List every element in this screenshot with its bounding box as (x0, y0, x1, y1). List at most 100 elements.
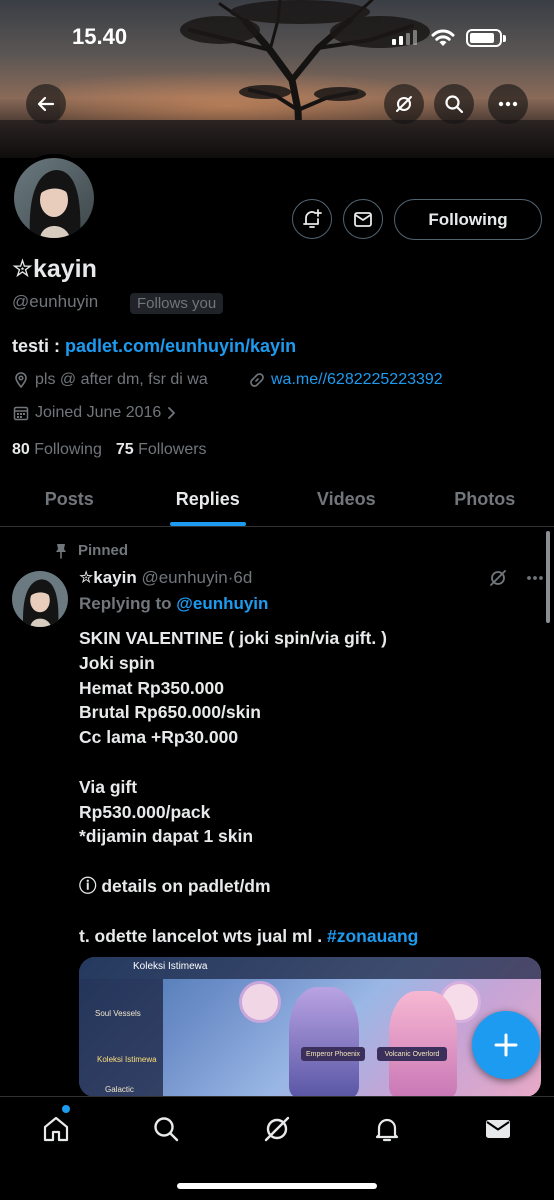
tab-photos[interactable]: Photos (416, 472, 554, 526)
tab-replies[interactable]: Replies (139, 472, 278, 526)
tweet-line: Cc lama +Rp30.000 (79, 727, 239, 748)
tweet-author-name[interactable]: ✮kayin (79, 568, 137, 587)
media-side-label: Galactic (105, 1085, 134, 1094)
profile-bio: testi : padlet.com/eunhuyin/kayin (12, 336, 296, 357)
hashtag-link[interactable]: #zonauang (327, 926, 418, 946)
more-button[interactable] (488, 84, 528, 124)
grok-icon (396, 96, 412, 112)
active-tab-indicator (169, 522, 246, 526)
bio-prefix: testi : (12, 336, 66, 356)
message-icon (354, 212, 372, 227)
search-button[interactable] (434, 84, 474, 124)
tab-videos[interactable]: Videos (277, 472, 416, 526)
more-icon[interactable] (526, 575, 544, 581)
tweet-line: Via gift (79, 776, 138, 797)
tweet-body: SKIN VALENTINE ( joki spin/via gift. ) J… (79, 626, 539, 948)
pin-icon (56, 543, 66, 559)
back-button[interactable] (26, 84, 66, 124)
location-row: pls @ after dm, fsr di wa (12, 371, 208, 389)
following-count: 80 (12, 441, 30, 458)
bio-link[interactable]: padlet.com/eunhuyin/kayin (65, 336, 296, 356)
arrow-left-icon (37, 96, 55, 112)
media-character (389, 991, 457, 1097)
link-icon (250, 373, 264, 387)
home-indicator[interactable] (177, 1183, 377, 1189)
cellular-signal-icon (392, 30, 417, 45)
follow-counts: 80 Following 75 Followers (12, 441, 207, 459)
home-unread-dot (62, 1105, 70, 1113)
nav-grok[interactable] (257, 1109, 297, 1149)
scrollbar[interactable] (546, 531, 550, 623)
tweet-line: Rp530.000/pack (79, 801, 211, 822)
media-side-label: Soul Vessels (95, 1009, 141, 1018)
tab-videos-label: Videos (316, 488, 376, 509)
joined-row[interactable]: Joined June 2016 (12, 404, 178, 422)
profile-tabs: Posts Replies Videos Photos (0, 472, 554, 527)
tweet-line: Brutal Rp650.000/skin (79, 702, 261, 723)
status-bar: 15.40 (0, 0, 554, 76)
following-count-link[interactable]: 80 Following (12, 441, 102, 459)
pinned-indicator: Pinned (54, 542, 128, 559)
tweet-avatar[interactable] (12, 571, 68, 627)
media-plate: Volcanic Overlord (377, 1047, 447, 1061)
media-character (289, 987, 359, 1097)
notifications-icon (375, 1118, 399, 1142)
following-button[interactable]: Following (394, 199, 542, 240)
profile-name: ✮kayin (12, 255, 97, 283)
replying-mention[interactable]: @eunhuyin (176, 594, 268, 613)
messages-icon (486, 1120, 510, 1138)
following-label: Following (34, 441, 102, 458)
status-time: 15.40 (72, 24, 128, 49)
replying-prefix: Replying to (79, 594, 177, 613)
media-header-text: Koleksi Istimewa (133, 961, 208, 972)
tab-photos-label: Photos (454, 488, 516, 509)
nav-notifications[interactable] (367, 1109, 407, 1149)
media-sidebar: Soul Vessels Koleksi Istimewa Galactic (79, 979, 163, 1097)
message-button[interactable] (343, 199, 383, 239)
website-link[interactable]: wa.me//6282225223392 (271, 371, 443, 389)
tweet-line: t. odette lancelot wts jual ml . (79, 925, 327, 946)
plus-icon (494, 1033, 518, 1057)
followers-count: 75 (115, 441, 134, 458)
tab-posts[interactable]: Posts (0, 472, 139, 526)
media-medallion (239, 981, 281, 1023)
location-text: pls @ after dm, fsr di wa (35, 371, 208, 388)
more-icon (498, 101, 518, 107)
calendar-icon (13, 406, 29, 421)
replying-to: Replying to @eunhuyin (79, 594, 268, 614)
followers-count-link[interactable]: 75 Followers (116, 441, 207, 459)
website-row: wa.me//6282225223392 (248, 371, 443, 389)
chevron-right-icon (168, 407, 176, 419)
wifi-icon (431, 29, 455, 46)
tweet-actions-top (488, 568, 544, 588)
tweet-last-line: t. odette lancelot wts jual ml . #zonaua… (79, 924, 539, 949)
followers-label: Followers (138, 441, 207, 458)
grok-icon[interactable] (488, 568, 508, 588)
compose-button[interactable] (472, 1011, 540, 1079)
search-icon (445, 95, 464, 114)
follows-you-badge: Follows you (130, 293, 224, 314)
grok-button[interactable] (384, 84, 424, 124)
nav-home[interactable] (36, 1109, 76, 1149)
profile-avatar[interactable] (10, 154, 98, 242)
grok-icon (264, 1116, 290, 1142)
tweet-line: ⓘ details on padlet/dm (79, 875, 271, 896)
joined-text: Joined June 2016 (35, 404, 162, 421)
nav-messages[interactable] (478, 1109, 518, 1149)
tweet-line: Joki spin (79, 652, 155, 673)
tweet-author-handle[interactable]: @eunhuyin (141, 568, 227, 587)
notify-button[interactable] (292, 199, 332, 239)
tweet-time[interactable]: 6d (233, 568, 252, 587)
nav-search[interactable] (146, 1109, 186, 1149)
media-plate: Emperor Phoenix (301, 1047, 365, 1061)
profile-handle: @eunhuyin (12, 292, 99, 311)
search-icon (154, 1117, 179, 1142)
home-icon (43, 1116, 69, 1142)
notification-plus-icon (303, 209, 322, 228)
tweet-media-image[interactable]: Koleksi Istimewa Soul Vessels Koleksi Is… (79, 957, 541, 1097)
tweet-line: *dijamin dapat 1 skin (79, 826, 254, 847)
tweet-line: Hemat Rp350.000 (79, 677, 224, 698)
tab-posts-label: Posts (44, 488, 94, 509)
